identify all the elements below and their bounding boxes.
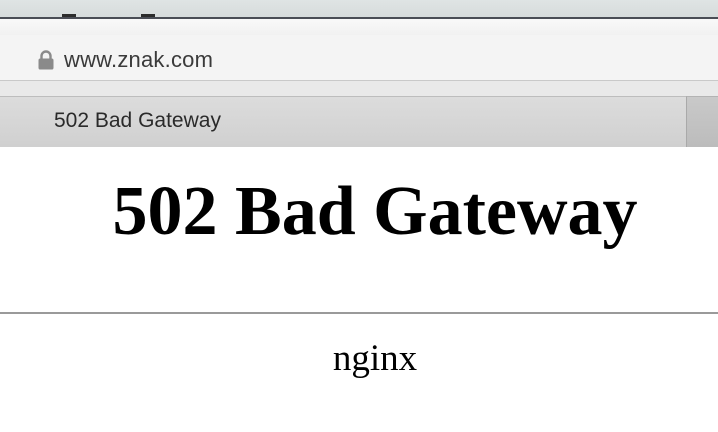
lock-icon bbox=[38, 50, 54, 70]
error-heading: 502 Bad Gateway bbox=[112, 173, 638, 250]
page-content: 502 Bad Gateway nginx bbox=[0, 147, 718, 432]
tab-active[interactable]: 502 Bad Gateway bbox=[0, 96, 686, 147]
tab-strip: 502 Bad Gateway bbox=[0, 81, 718, 147]
address-url[interactable]: www.znak.com bbox=[64, 45, 213, 75]
new-tab-button[interactable] bbox=[686, 96, 718, 147]
server-name: nginx bbox=[332, 338, 418, 379]
window-title-strip bbox=[0, 0, 718, 18]
address-bar[interactable]: www.znak.com bbox=[0, 19, 718, 81]
horizontal-rule bbox=[0, 312, 718, 314]
tab-title: 502 Bad Gateway bbox=[54, 109, 221, 132]
browser-window: www.znak.com 502 Bad Gateway 502 Bad Gat… bbox=[0, 0, 718, 432]
